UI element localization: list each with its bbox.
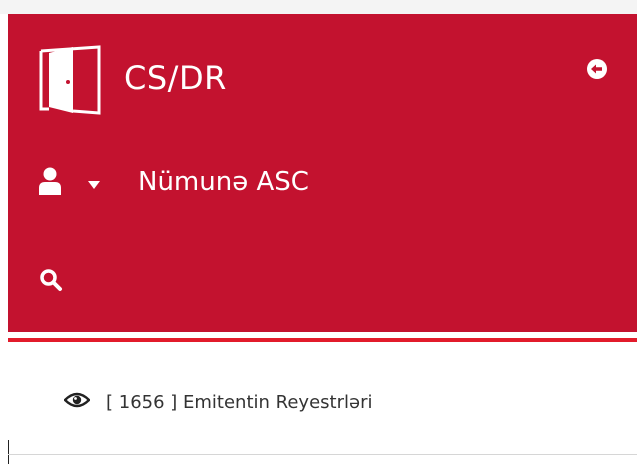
eye-icon: [63, 390, 91, 410]
top-strip: [0, 0, 637, 14]
search-icon[interactable]: [39, 268, 63, 292]
menu-item-label: [ 1656 ] Emitentin Reyestrləri: [106, 392, 373, 413]
door-icon: [39, 45, 103, 115]
brand-row: CS/DR: [8, 14, 637, 138]
brand-title[interactable]: CS/DR: [124, 58, 227, 98]
accent-divider: [8, 338, 637, 342]
user-name: Nümunə ASC: [138, 167, 309, 197]
user-menu-toggle[interactable]: Nümunə ASC: [8, 156, 637, 212]
sidebar-header: CS/DR Nümunə ASC: [8, 14, 637, 332]
caret-down-icon: [88, 177, 100, 189]
menu-item-registers[interactable]: [ 1656 ] Emitentin Reyestrləri: [8, 380, 637, 426]
text-cursor: [8, 440, 9, 464]
arrow-circle-left-icon[interactable]: [586, 58, 608, 80]
search-toggle[interactable]: [8, 260, 637, 300]
user-icon: [39, 167, 61, 195]
page: CS/DR Nümunə ASC [1656] Emitentin Reye…: [0, 0, 637, 464]
bottom-divider: [8, 454, 637, 455]
